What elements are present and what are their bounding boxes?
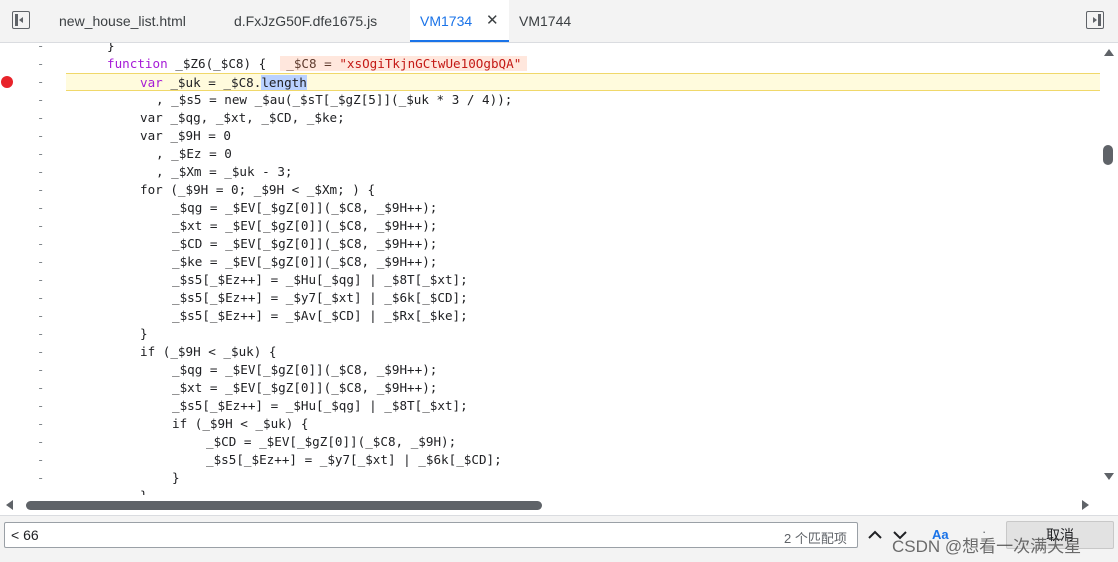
scroll-down-icon[interactable] — [1104, 473, 1114, 480]
gutter-line[interactable]: - — [0, 379, 66, 397]
code-line: _$qg = _$EV[_$gZ[0]](_$C8, _$9H++); — [172, 362, 438, 377]
code-line: if (_$9H < _$uk) { — [172, 416, 309, 431]
gutter-line[interactable]: - — [0, 163, 66, 181]
tab-vm1734[interactable]: VM1734 ✕ — [410, 0, 509, 42]
gutter-line[interactable]: - — [0, 415, 66, 433]
code-line: , _$Ez = 0 — [156, 146, 232, 161]
horizontal-scroll-thumb[interactable] — [26, 501, 542, 510]
gutter-line[interactable]: - — [0, 91, 66, 109]
gutter-line[interactable]: - — [0, 127, 66, 145]
chevron-up-icon — [868, 530, 882, 539]
gutter-line[interactable]: - — [0, 235, 66, 253]
gutter-line[interactable]: - — [0, 397, 66, 415]
gutter-line[interactable]: - — [0, 451, 66, 469]
code-line: if (_$9H < _$uk) { — [140, 344, 277, 359]
gutter-line[interactable]: - — [0, 145, 66, 163]
code-line: for (_$9H = 0; _$9H < _$Xm; ) { — [140, 182, 376, 197]
tab-vm1744[interactable]: VM1744 — [519, 0, 571, 42]
code-line: _$CD = _$EV[_$gZ[0]](_$C8, _$9H); — [206, 434, 457, 449]
gutter-line[interactable]: - — [0, 307, 66, 325]
code-area[interactable]: } function _$Z6(_$C8) {_$C8 = "xsOgiTkjn… — [66, 43, 1100, 495]
gutter-line-breakpoint[interactable]: - — [0, 73, 66, 91]
current-execution-line: var _$uk = _$C8.length — [66, 73, 1100, 91]
code-line: , _$s5 = new _$au(_$sT[_$gZ[5]](_$uk * 3… — [156, 92, 513, 107]
toggle-debugger-icon[interactable] — [1086, 11, 1104, 29]
line-gutter[interactable]: - - - - - - - - - - - - - - - - - - - - … — [0, 43, 66, 495]
match-count: 2 个匹配项 — [784, 531, 847, 546]
code-line: _$xt = _$EV[_$gZ[0]](_$C8, _$9H++); — [172, 218, 438, 233]
previous-match-button[interactable] — [864, 524, 886, 546]
breakpoint-icon[interactable] — [1, 76, 13, 88]
scroll-right-icon[interactable] — [1082, 500, 1089, 510]
code-line: _$s5[_$Ez++] = _$y7[_$xt] | _$6k[_$CD]; — [172, 290, 468, 305]
gutter-line[interactable]: - — [0, 253, 66, 271]
gutter-line[interactable]: - — [0, 325, 66, 343]
gutter-line[interactable]: - — [0, 469, 66, 487]
toggle-navigator-icon[interactable] — [12, 11, 30, 29]
code-line: _$ke = _$EV[_$gZ[0]](_$C8, _$9H++); — [172, 254, 438, 269]
gutter-line[interactable]: - — [0, 55, 66, 73]
code-line: _$s5[_$Ez++] = _$y7[_$xt] | _$6k[_$CD]; — [206, 452, 502, 467]
inline-value: _$C8 = "xsOgiTkjnGCtwUe10OgbQA" — [280, 56, 528, 71]
close-icon[interactable]: ✕ — [486, 0, 499, 42]
gutter-line[interactable]: - — [0, 289, 66, 307]
code-line: } — [107, 43, 115, 53]
selected-text: length — [261, 75, 307, 90]
gutter-line[interactable]: - — [0, 43, 66, 55]
search-input[interactable]: < 66 — [4, 522, 858, 548]
code-editor[interactable]: - - - - - - - - - - - - - - - - - - - - … — [0, 43, 1118, 495]
scroll-up-icon[interactable] — [1104, 49, 1114, 56]
code-line: _$xt = _$EV[_$gZ[0]](_$C8, _$9H++); — [172, 380, 438, 395]
code-line: } — [66, 487, 1100, 495]
watermark: CSDN @想看一次满天星 — [892, 537, 1082, 556]
code-line: _$s5[_$Ez++] = _$Av[_$CD] | _$Rx[_$ke]; — [172, 308, 468, 323]
scroll-left-icon[interactable] — [6, 500, 13, 510]
gutter-line[interactable]: - — [0, 343, 66, 361]
code-line: var _$qg, _$xt, _$CD, _$ke; — [140, 110, 345, 125]
tab-bar: new_house_list.html d.FxJzG50F.dfe1675.j… — [0, 0, 1118, 43]
tab-bundle-js[interactable]: d.FxJzG50F.dfe1675.js — [234, 0, 377, 42]
code-line: var _$9H = 0 — [140, 128, 231, 143]
gutter-line[interactable]: - — [0, 361, 66, 379]
gutter-line[interactable]: - — [0, 217, 66, 235]
vertical-scroll-thumb[interactable] — [1103, 145, 1113, 165]
code-line: } — [172, 470, 180, 485]
code-line: _$s5[_$Ez++] = _$Hu[_$qg] | _$8T[_$xt]; — [172, 272, 468, 287]
horizontal-scrollbar[interactable] — [0, 495, 1118, 515]
code-line: _$s5[_$Ez++] = _$Hu[_$qg] | _$8T[_$xt]; — [172, 398, 468, 413]
code-line: , _$Xm = _$uk - 3; — [156, 164, 293, 179]
tab-vm1734-label: VM1734 — [420, 13, 473, 29]
gutter-line[interactable]: - — [0, 181, 66, 199]
code-line: } — [140, 326, 148, 341]
code-line: _$qg = _$EV[_$gZ[0]](_$C8, _$9H++); — [172, 200, 438, 215]
tab-new-house-list[interactable]: new_house_list.html — [59, 0, 186, 42]
gutter-line[interactable]: - — [0, 109, 66, 127]
gutter-line[interactable]: - — [0, 433, 66, 451]
gutter-line[interactable]: - — [0, 271, 66, 289]
vertical-scrollbar[interactable] — [1100, 43, 1118, 495]
gutter-line[interactable]: - — [0, 199, 66, 217]
code-line: _$CD = _$EV[_$gZ[0]](_$C8, _$9H++); — [172, 236, 438, 251]
code-line: function _$Z6(_$C8) {_$C8 = "xsOgiTkjnGC… — [66, 55, 1100, 73]
